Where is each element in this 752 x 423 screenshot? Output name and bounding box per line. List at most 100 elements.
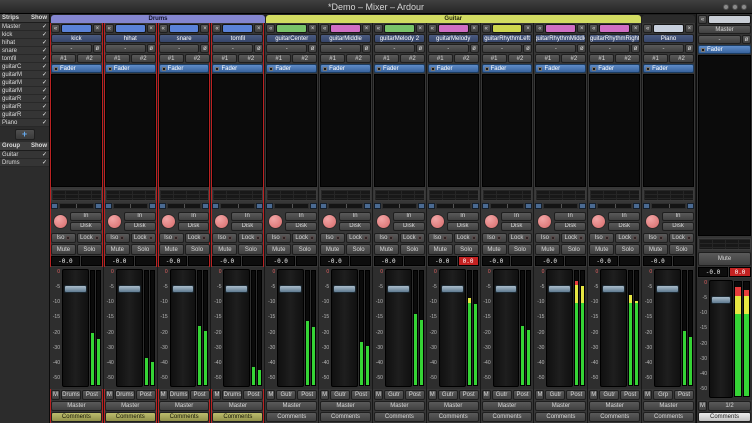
group-button[interactable]: Gutr xyxy=(599,390,619,400)
close-window-icon[interactable] xyxy=(741,4,747,10)
metering-button[interactable]: M xyxy=(428,390,437,400)
monitor-disk-button[interactable]: Disk xyxy=(70,222,102,231)
metering-button[interactable]: M xyxy=(482,390,491,400)
sidebar-list-item[interactable]: guitarM✓ xyxy=(0,79,49,87)
fader-processor-entry[interactable]: Fader xyxy=(105,64,156,73)
close-icon[interactable]: × xyxy=(470,24,479,33)
meter-point-button[interactable]: Post xyxy=(459,390,479,400)
metering-button[interactable]: M xyxy=(374,390,383,400)
strip-name-button[interactable]: tomfil xyxy=(212,34,263,43)
io2-button[interactable]: #2 xyxy=(238,54,263,63)
processor-led[interactable] xyxy=(323,67,327,71)
metering-button[interactable]: M xyxy=(643,390,652,400)
output-button[interactable]: Master xyxy=(212,401,263,411)
close-icon[interactable]: × xyxy=(362,24,371,33)
solo-lock-button[interactable]: Lock xyxy=(454,233,479,243)
narrow-toggle-icon[interactable]: « xyxy=(643,24,652,33)
fader-handle[interactable] xyxy=(64,285,87,293)
solo-lock-button[interactable]: Lock xyxy=(238,233,263,243)
output-button[interactable]: Master xyxy=(589,401,640,411)
gain-display[interactable]: -0.0 xyxy=(643,256,672,266)
monitor-disk-button[interactable]: Disk xyxy=(447,222,479,231)
io1-button[interactable]: #1 xyxy=(374,54,399,63)
processor-led[interactable] xyxy=(701,48,705,52)
fader-processor-entry[interactable]: Fader xyxy=(266,64,317,73)
phase-icon[interactable]: ø xyxy=(685,44,694,53)
strip-color-bar[interactable] xyxy=(653,24,684,33)
metering-button[interactable]: M xyxy=(105,390,114,400)
meter-point-button[interactable]: Post xyxy=(351,390,371,400)
pan-track[interactable] xyxy=(167,203,202,209)
show-checkbox[interactable]: ✓ xyxy=(42,71,47,78)
show-checkbox[interactable]: ✓ xyxy=(42,47,47,54)
processor-box[interactable] xyxy=(266,74,317,187)
monitor-disk-button[interactable]: Disk xyxy=(285,222,317,231)
phase-icon[interactable]: ø xyxy=(577,44,586,53)
processor-box[interactable] xyxy=(589,74,640,187)
gain-fader[interactable] xyxy=(439,269,466,387)
panner[interactable] xyxy=(374,202,425,210)
gain-display[interactable]: -0.0 xyxy=(535,256,564,266)
strip-color-bar[interactable] xyxy=(384,24,415,33)
solo-button[interactable]: Solo xyxy=(561,244,586,255)
narrow-toggle-icon[interactable]: « xyxy=(698,15,707,24)
solo-button[interactable]: Solo xyxy=(400,244,425,255)
fader-handle[interactable] xyxy=(441,285,464,293)
maximize-icon[interactable] xyxy=(732,4,738,10)
sidebar-list-item[interactable]: tomfil✓ xyxy=(0,55,49,63)
strip-name-button[interactable]: snare xyxy=(159,34,210,43)
fader-handle[interactable] xyxy=(172,285,195,293)
group-tab[interactable]: Guitar xyxy=(266,15,641,23)
show-checkbox[interactable]: ✓ xyxy=(42,39,47,46)
io2-button[interactable]: #2 xyxy=(77,54,102,63)
io1-button[interactable]: #1 xyxy=(266,54,291,63)
comments-button[interactable]: Comments xyxy=(428,412,479,422)
input-button[interactable]: - xyxy=(51,44,92,53)
master-name-button[interactable]: Master xyxy=(698,25,751,34)
strip-name-button[interactable]: guitarMelody 2 xyxy=(374,34,425,43)
mute-button[interactable]: Mute xyxy=(482,244,507,255)
solo-isolate-button[interactable]: Iso xyxy=(374,233,399,243)
master-input-button[interactable]: - xyxy=(698,35,741,44)
close-icon[interactable]: × xyxy=(200,24,209,33)
panner[interactable] xyxy=(535,202,586,210)
gain-fader[interactable] xyxy=(654,269,681,387)
strip-color-bar[interactable] xyxy=(330,24,361,33)
phase-icon[interactable]: ø xyxy=(200,44,209,53)
pan-track[interactable] xyxy=(59,203,94,209)
pan-track[interactable] xyxy=(274,203,309,209)
comments-button[interactable]: Comments xyxy=(482,412,533,422)
gain-display[interactable]: -0.0 xyxy=(105,256,134,266)
pan-track[interactable] xyxy=(597,203,632,209)
peak-display[interactable] xyxy=(350,256,371,266)
comments-button[interactable]: Comments xyxy=(159,412,210,422)
output-button[interactable]: 1/2 xyxy=(708,401,751,411)
monitor-disk-button[interactable]: Disk xyxy=(608,222,640,231)
solo-lock-button[interactable]: Lock xyxy=(131,233,156,243)
narrow-toggle-icon[interactable]: « xyxy=(266,24,275,33)
solo-lock-button[interactable]: Lock xyxy=(508,233,533,243)
show-checkbox[interactable]: ✓ xyxy=(42,95,47,102)
output-routing-grid[interactable] xyxy=(374,189,425,201)
fader-processor-entry[interactable]: Fader xyxy=(482,64,533,73)
show-checkbox[interactable]: ✓ xyxy=(42,103,47,110)
pan-track[interactable] xyxy=(543,203,578,209)
trim-knob[interactable] xyxy=(430,214,445,229)
output-routing-grid[interactable] xyxy=(266,189,317,201)
gain-fader[interactable] xyxy=(600,269,627,387)
close-icon[interactable]: × xyxy=(308,24,317,33)
trim-knob[interactable] xyxy=(322,214,337,229)
gain-display[interactable]: -0.0 xyxy=(482,256,511,266)
processor-led[interactable] xyxy=(215,67,219,71)
peak-display[interactable] xyxy=(673,256,694,266)
solo-button[interactable]: Solo xyxy=(131,244,156,255)
phase-icon[interactable]: ø xyxy=(254,44,263,53)
io2-button[interactable]: #2 xyxy=(400,54,425,63)
gain-display[interactable]: -0.0 xyxy=(212,256,241,266)
output-routing-grid[interactable] xyxy=(212,189,263,201)
gain-display[interactable]: -0.0 xyxy=(428,256,457,266)
io2-button[interactable]: #2 xyxy=(669,54,694,63)
comments-button[interactable]: Comments xyxy=(105,412,156,422)
io2-button[interactable]: #2 xyxy=(615,54,640,63)
processor-led[interactable] xyxy=(646,67,650,71)
